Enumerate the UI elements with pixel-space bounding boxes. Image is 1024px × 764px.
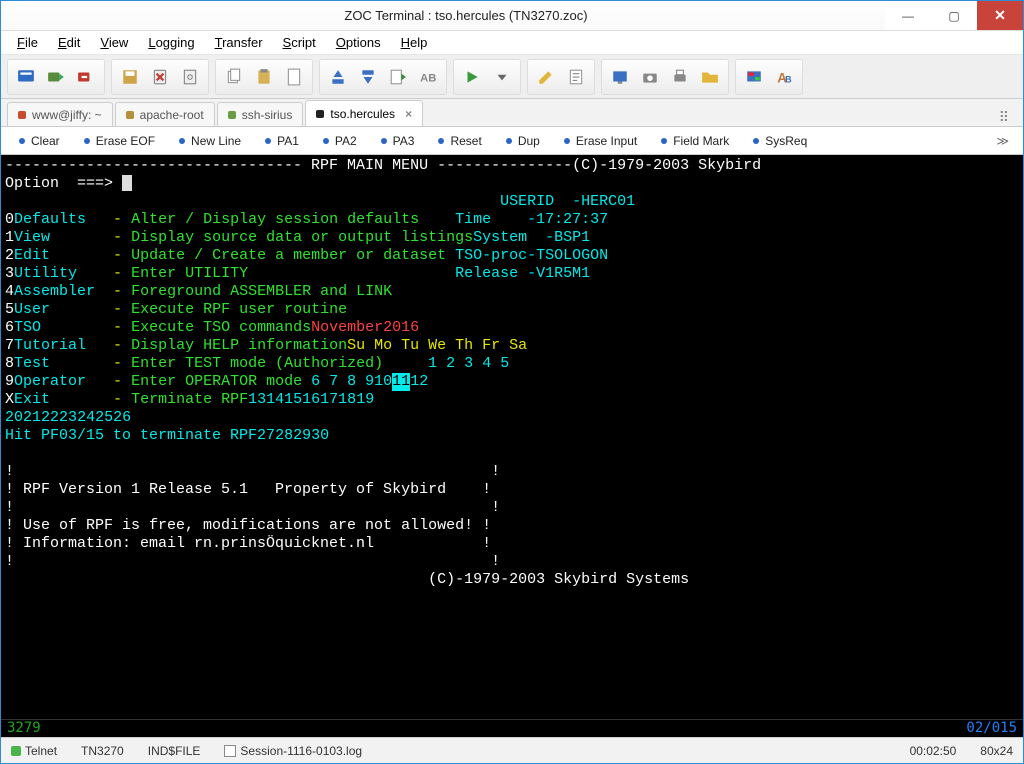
tab-tso-hercules[interactable]: tso.hercules × [305, 100, 423, 126]
tool-text-icon[interactable]: ABC [414, 63, 442, 91]
tool-camera-icon[interactable] [636, 63, 664, 91]
status-telnet: Telnet [11, 744, 57, 758]
tab-apache-root[interactable]: apache-root [115, 102, 215, 126]
tool-connect-icon[interactable] [42, 63, 70, 91]
tool-folder-icon[interactable] [696, 63, 724, 91]
maximize-button[interactable]: ▢ [931, 1, 977, 30]
terminal-status: 3279 02/015 [1, 719, 1023, 737]
menubar: File Edit View Logging Transfer Script O… [1, 31, 1023, 55]
tab-ssh-sirius[interactable]: ssh-sirius [217, 102, 304, 126]
status-elapsed: 00:02:50 [910, 744, 957, 758]
tool-print-icon[interactable] [666, 63, 694, 91]
funcbar: Clear Erase EOF New Line PA1 PA2 PA3 Res… [1, 127, 1023, 155]
tool-export-icon[interactable] [384, 63, 412, 91]
window-title: ZOC Terminal : tso.hercules (TN3270.zoc) [47, 8, 885, 23]
tool-edit-icon[interactable] [532, 63, 560, 91]
func-pa1[interactable]: PA1 [255, 132, 309, 150]
tab-www-jiffy[interactable]: www@jiffy: ~ [7, 102, 113, 126]
tool-dropdown-icon[interactable] [488, 63, 516, 91]
func-erase-eof[interactable]: Erase EOF [74, 132, 165, 150]
tab-grid-icon[interactable]: ⠿ [987, 109, 1023, 126]
func-dup[interactable]: Dup [496, 132, 550, 150]
func-pa2[interactable]: PA2 [313, 132, 367, 150]
tabstrip: www@jiffy: ~ apache-root ssh-sirius tso.… [1, 99, 1023, 127]
term-mode: 3279 [7, 720, 41, 737]
tool-save-icon[interactable] [116, 63, 144, 91]
func-clear[interactable]: Clear [9, 132, 70, 150]
tab-label: www@jiffy: ~ [32, 108, 102, 122]
toolbar: ABC AB [1, 55, 1023, 99]
svg-text:B: B [785, 74, 792, 84]
titlebar: ZOC Terminal : tso.hercules (TN3270.zoc)… [1, 1, 1023, 31]
statusbar: Telnet TN3270 IND$FILE Session-1116-0103… [1, 737, 1023, 763]
tool-download-icon[interactable] [354, 63, 382, 91]
status-filetype: IND$FILE [148, 744, 201, 758]
status-proto: TN3270 [81, 744, 124, 758]
tab-label: tso.hercules [330, 107, 395, 121]
menu-edit[interactable]: Edit [50, 33, 88, 52]
menu-transfer[interactable]: Transfer [207, 33, 271, 52]
func-erase-input[interactable]: Erase Input [554, 132, 647, 150]
menu-file[interactable]: File [9, 33, 46, 52]
status-size: 80x24 [980, 744, 1013, 758]
tool-paste-icon[interactable] [250, 63, 278, 91]
minimize-button[interactable]: — [885, 1, 931, 30]
tool-screen-icon[interactable] [606, 63, 634, 91]
tool-play-icon[interactable] [458, 63, 486, 91]
terminal[interactable]: --------------------------------- RPF MA… [1, 155, 1023, 719]
tab-label: apache-root [140, 108, 204, 122]
svg-text:ABC: ABC [420, 72, 437, 84]
tool-disconnect-icon[interactable] [72, 63, 100, 91]
tool-new-icon[interactable] [280, 63, 308, 91]
tab-icon [18, 111, 26, 119]
func-reset[interactable]: Reset [428, 132, 491, 150]
tab-icon [316, 110, 324, 118]
tab-label: ssh-sirius [242, 108, 293, 122]
close-button[interactable]: ✕ [977, 1, 1023, 30]
func-pa3[interactable]: PA3 [371, 132, 425, 150]
menu-logging[interactable]: Logging [140, 33, 202, 52]
menu-view[interactable]: View [92, 33, 136, 52]
tool-properties-icon[interactable] [176, 63, 204, 91]
func-sysreq[interactable]: SysReq [743, 132, 817, 150]
funcbar-more-icon[interactable]: ≫ [990, 134, 1015, 148]
tool-font-icon[interactable]: AB [770, 63, 798, 91]
tab-icon [126, 111, 134, 119]
menu-options[interactable]: Options [328, 33, 389, 52]
tool-colors-icon[interactable] [740, 63, 768, 91]
tool-upload-icon[interactable] [324, 63, 352, 91]
tab-icon [228, 111, 236, 119]
checkbox-icon[interactable] [224, 745, 236, 757]
term-cursor-pos: 02/015 [966, 720, 1017, 737]
tool-copy-icon[interactable] [220, 63, 248, 91]
tool-sessions-icon[interactable] [12, 63, 40, 91]
menu-help[interactable]: Help [393, 33, 436, 52]
func-new-line[interactable]: New Line [169, 132, 251, 150]
menu-script[interactable]: Script [275, 33, 324, 52]
led-icon [11, 746, 21, 756]
tool-delete-icon[interactable] [146, 63, 174, 91]
tool-script-icon[interactable] [562, 63, 590, 91]
func-field-mark[interactable]: Field Mark [651, 132, 739, 150]
close-icon[interactable]: × [405, 107, 412, 121]
status-logfile[interactable]: Session-1116-0103.log [224, 744, 362, 758]
